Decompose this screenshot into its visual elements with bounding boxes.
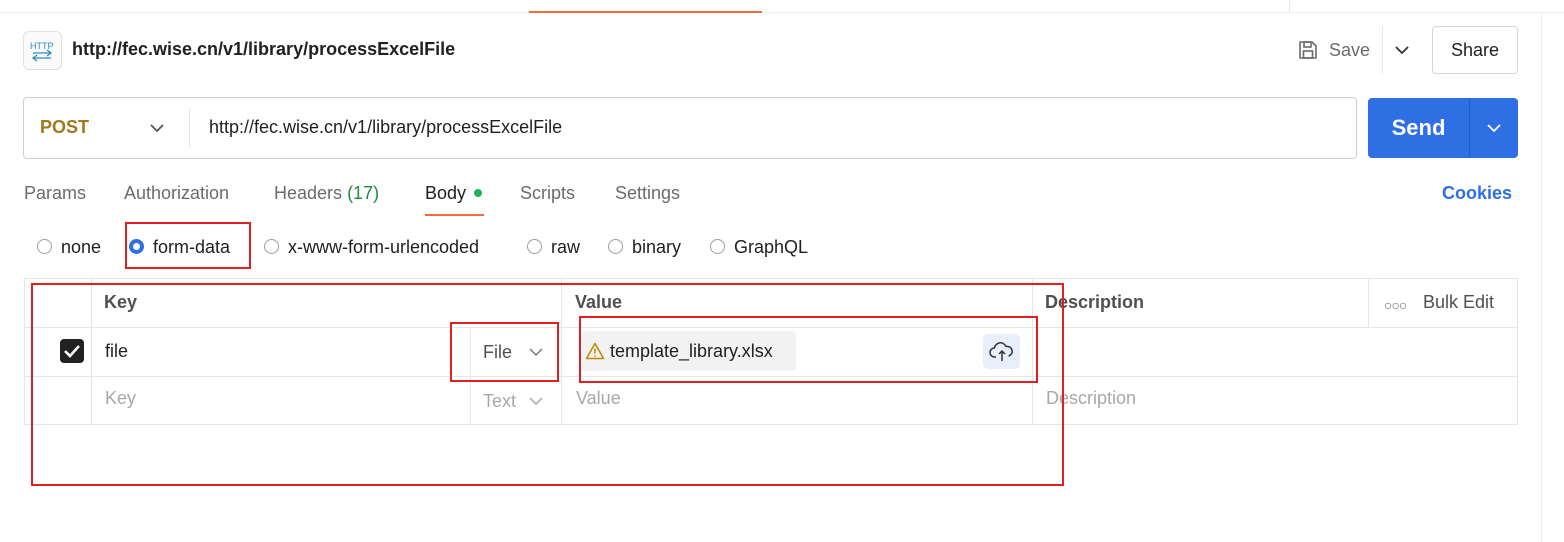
more-options-icon[interactable]: ○○○ (1384, 297, 1407, 313)
save-icon (1299, 41, 1317, 59)
radio-none-label[interactable]: none (61, 237, 101, 258)
send-button[interactable]: Send (1368, 98, 1469, 158)
top-tab-strip-border (0, 12, 1564, 13)
radio-x-www-form-urlencoded[interactable] (264, 239, 279, 254)
http-request-icon: HTTP (23, 31, 62, 70)
cookies-link[interactable]: Cookies (1442, 183, 1512, 204)
share-button[interactable]: Share (1432, 26, 1518, 74)
save-label: Save (1329, 39, 1371, 60)
radio-binary-label[interactable]: binary (632, 237, 681, 258)
tab-scripts[interactable]: Scripts (520, 183, 575, 204)
radio-none[interactable] (37, 239, 52, 254)
save-divider (1382, 26, 1383, 74)
save-button[interactable]: Save (1297, 36, 1370, 64)
tab-headers-label: Headers (274, 183, 343, 203)
save-options-chevron-icon[interactable] (1392, 40, 1412, 60)
request-name[interactable]: http://fec.wise.cn/v1/library/processExc… (72, 39, 455, 60)
col-divider-description (1368, 278, 1369, 327)
url-input[interactable]: http://fec.wise.cn/v1/library/processExc… (209, 117, 562, 138)
top-strip-divider (1289, 0, 1290, 12)
radio-binary[interactable] (608, 239, 623, 254)
svg-text:HTTP: HTTP (30, 41, 54, 51)
tab-headers[interactable]: Headers (17) (274, 183, 379, 204)
method-select[interactable]: POST (40, 117, 89, 138)
body-has-content-dot (474, 189, 482, 197)
radio-raw[interactable] (527, 239, 542, 254)
highlight-table-area (31, 283, 1064, 486)
tab-authorization[interactable]: Authorization (124, 183, 229, 204)
highlight-file-value (579, 316, 1038, 383)
radio-graphql-label[interactable]: GraphQL (734, 237, 808, 258)
tab-body-underline (425, 214, 484, 216)
send-options-chevron-icon[interactable] (1484, 118, 1504, 138)
url-bar-divider (189, 108, 190, 148)
bulk-edit-button[interactable]: Bulk Edit (1423, 292, 1494, 313)
tab-settings[interactable]: Settings (615, 183, 680, 204)
radio-x-www-form-urlencoded-label[interactable]: x-www-form-urlencoded (288, 237, 479, 258)
radio-raw-label[interactable]: raw (551, 237, 580, 258)
tab-body[interactable]: Body (425, 183, 466, 204)
right-panel-border (1541, 12, 1542, 542)
radio-graphql[interactable] (710, 239, 725, 254)
active-request-tab-indicator (529, 11, 762, 13)
tab-params[interactable]: Params (24, 183, 86, 204)
send-divider (1469, 98, 1470, 158)
highlight-form-data (125, 222, 251, 269)
method-chevron-down-icon[interactable] (147, 118, 167, 138)
highlight-type-file (450, 322, 559, 382)
tab-headers-count: (17) (347, 183, 380, 203)
